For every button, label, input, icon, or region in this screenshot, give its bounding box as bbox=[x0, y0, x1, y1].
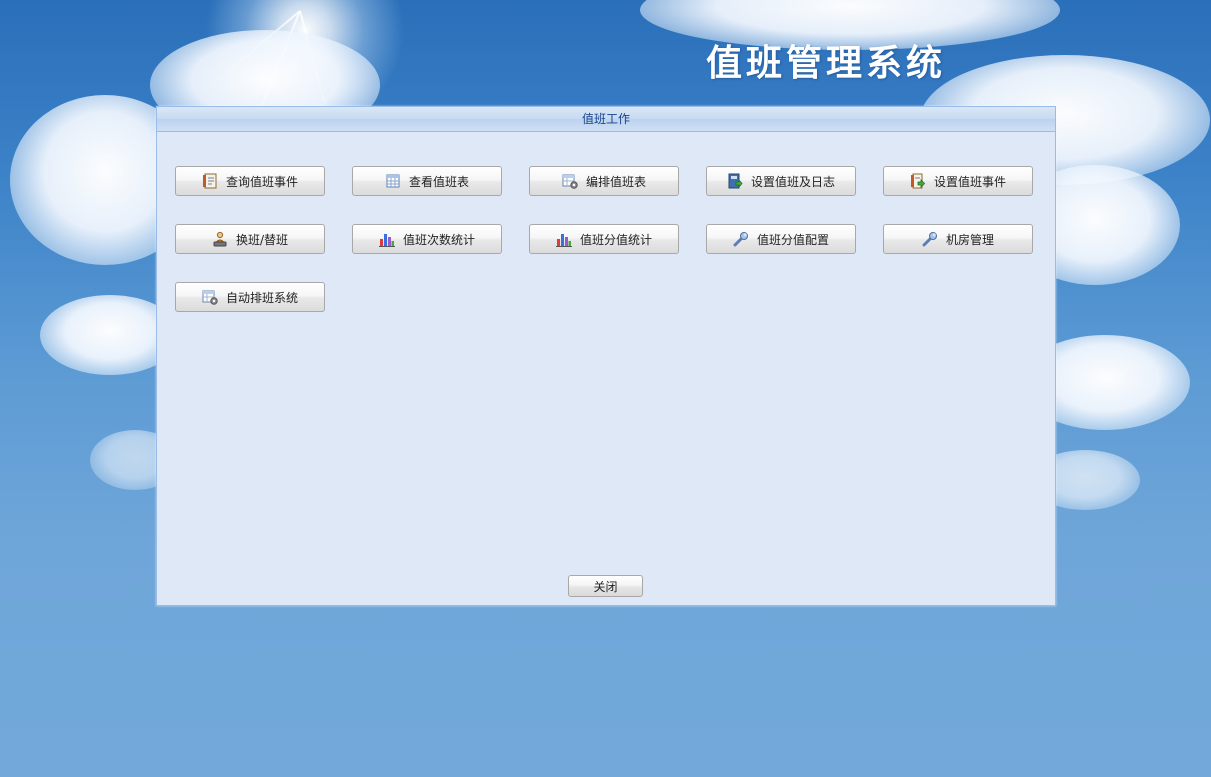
set-duty-and-log-button[interactable]: 设置值班及日志 bbox=[706, 166, 856, 196]
view-duty-table-button[interactable]: 查看值班表 bbox=[352, 166, 502, 196]
wrench-icon bbox=[922, 231, 938, 247]
table-gear-icon bbox=[202, 289, 218, 305]
arrange-duty-table-button[interactable]: 编排值班表 bbox=[529, 166, 679, 196]
duty-count-stats-button[interactable]: 值班次数统计 bbox=[352, 224, 502, 254]
button-label: 换班/替班 bbox=[235, 232, 289, 247]
query-duty-events-button[interactable]: 查询值班事件 bbox=[175, 166, 325, 196]
wrench-icon bbox=[733, 231, 749, 247]
button-label: 自动排班系统 bbox=[225, 290, 298, 305]
bar-chart-icon bbox=[378, 231, 395, 247]
panel-header: 值班工作 bbox=[157, 107, 1055, 132]
shift-swap-button[interactable]: 换班/替班 bbox=[175, 224, 325, 254]
auto-scheduling-button[interactable]: 自动排班系统 bbox=[175, 282, 325, 312]
table-icon bbox=[385, 173, 401, 189]
table-gear-icon bbox=[562, 173, 578, 189]
bar-chart-icon bbox=[555, 231, 572, 247]
panel-title: 值班工作 bbox=[581, 112, 630, 126]
user-swap-icon bbox=[212, 231, 228, 247]
app-title: 值班管理系统 bbox=[706, 42, 947, 84]
machine-room-management-button[interactable]: 机房管理 bbox=[883, 224, 1033, 254]
button-label: 值班分值配置 bbox=[756, 232, 829, 247]
report-icon bbox=[202, 173, 218, 189]
button-label: 值班次数统计 bbox=[402, 232, 475, 247]
close-button[interactable]: 关闭 bbox=[568, 575, 643, 597]
button-label: 机房管理 bbox=[945, 232, 994, 247]
button-label: 查询值班事件 bbox=[225, 174, 298, 189]
report-arrow-icon bbox=[910, 173, 926, 189]
button-label: 设置值班事件 bbox=[933, 174, 1006, 189]
button-label: 值班分值统计 bbox=[579, 232, 652, 247]
set-duty-events-button[interactable]: 设置值班事件 bbox=[883, 166, 1033, 196]
duty-score-config-button[interactable]: 值班分值配置 bbox=[706, 224, 856, 254]
button-label: 查看值班表 bbox=[408, 174, 469, 189]
book-arrow-icon bbox=[727, 173, 743, 189]
button-label: 编排值班表 bbox=[585, 174, 646, 189]
panel-body: 查询值班事件 查看值班表 编排值班表 设置值班及日志 设置值班事件 换班/替班 … bbox=[157, 132, 1055, 605]
duty-work-panel: 值班工作 查询值班事件 查看值班表 编排值班表 设置值班及日志 设置值班事件 换… bbox=[156, 106, 1056, 606]
button-label: 设置值班及日志 bbox=[750, 174, 835, 189]
duty-score-stats-button[interactable]: 值班分值统计 bbox=[529, 224, 679, 254]
